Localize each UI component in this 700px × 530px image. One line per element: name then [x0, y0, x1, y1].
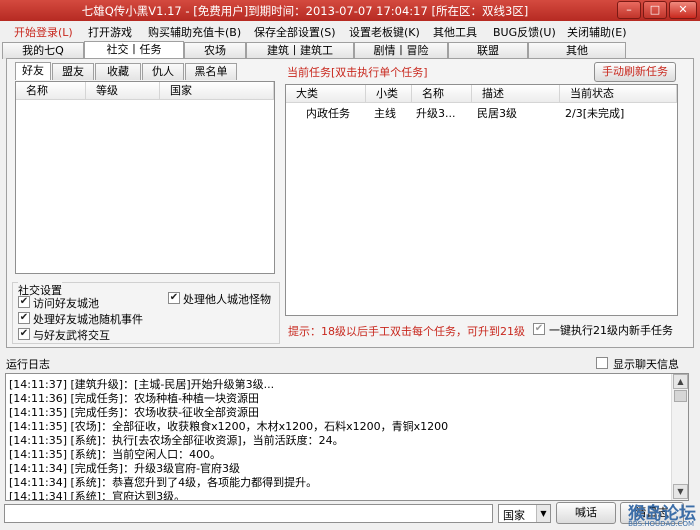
refresh-tasks-button[interactable]: 手动刷新任务 [594, 62, 676, 82]
col-header-task-name[interactable]: 名称 [412, 85, 472, 103]
subtab-enemies[interactable]: 仇人 [142, 63, 184, 80]
maximize-button[interactable]: □ [643, 1, 667, 19]
tab-other[interactable]: 其他 [528, 42, 626, 59]
task-name: 升级3... [416, 107, 456, 120]
task-subcategory: 主线 [374, 107, 396, 120]
chat-input[interactable] [4, 504, 493, 523]
close-button[interactable]: ✕ [669, 1, 697, 19]
current-tasks-title: 当前任务[双击执行单个任务] [287, 66, 428, 79]
auto-newbie-tasks-label: 一键执行21级内新手任务 [549, 324, 673, 337]
log-scrollbar[interactable]: ▲ ▼ [671, 374, 688, 500]
log-line: [14:11:34] [系统]：官府达到3级。 [9, 490, 186, 501]
channel-selected: 国家 [503, 509, 525, 522]
friend-city-event-label: 处理好友城池随机事件 [33, 313, 143, 326]
show-chat-checkbox[interactable] [596, 357, 608, 369]
friend-city-event-checkbox[interactable]: ✔ [18, 312, 30, 324]
visit-friend-city-label: 访问好友城池 [33, 297, 99, 310]
run-log[interactable]: [14:11:37] [建筑升级]：[主城-民居]开始升级第3级... [14:… [5, 373, 689, 501]
tab-social-tasks[interactable]: 社交丨任务 [84, 41, 184, 59]
menu-open-game[interactable]: 打开游戏 [88, 24, 132, 40]
chevron-down-icon: ▼ [536, 505, 550, 522]
task-table[interactable]: 大类 小类 名称 描述 当前状态 内政任务 主线 升级3... 民居3级 2/3… [285, 84, 678, 316]
subtab-favorites[interactable]: 收藏 [95, 63, 141, 80]
watermark: 猴岛论坛 BBS.HOUDAO.COM [594, 499, 698, 530]
window-title: 七雄Q传小黑V1.17 - [免费用户]到期时间：2013-07-07 17:0… [81, 4, 529, 18]
task-description: 民居3级 [477, 107, 517, 120]
task-row[interactable]: 内政任务 主线 升级3... 民居3级 2/3[未完成] [286, 104, 677, 120]
tab-farm[interactable]: 农场 [184, 42, 246, 59]
col-header-country[interactable]: 国家 [160, 82, 274, 100]
menu-bug-feedback[interactable]: BUG反馈(U) [493, 24, 556, 40]
col-header-status[interactable]: 当前状态 [560, 85, 677, 103]
scroll-up-icon[interactable]: ▲ [673, 374, 688, 389]
tab-building[interactable]: 建筑丨建筑工 [246, 42, 354, 59]
other-city-monster-checkbox[interactable]: ✔ [168, 292, 180, 304]
task-tip: 提示：18级以后手工双击每个任务，可升到21级 [288, 325, 525, 338]
friend-general-interact-label: 与好友武将交互 [33, 329, 110, 342]
subtab-allies[interactable]: 盟友 [52, 63, 94, 80]
scroll-down-icon[interactable]: ▼ [673, 484, 688, 499]
tab-story[interactable]: 剧情丨冒险 [354, 42, 448, 59]
menu-bar: 开始登录(L) 打开游戏 购买辅助充值卡(B) 保存全部设置(S) 设置老板键(… [0, 21, 700, 41]
menu-close-helper[interactable]: 关闭辅助(E) [567, 24, 627, 40]
visit-friend-city-checkbox[interactable]: ✔ [18, 296, 30, 308]
subtab-blacklist[interactable]: 黑名单 [185, 63, 237, 80]
log-title: 运行日志 [6, 358, 50, 371]
menu-start-login[interactable]: 开始登录(L) [14, 24, 73, 40]
col-header-category[interactable]: 大类 [286, 85, 366, 103]
other-city-monster-label: 处理他人城池怪物 [183, 293, 271, 306]
col-header-description[interactable]: 描述 [472, 85, 560, 103]
subtab-friends[interactable]: 好友 [15, 62, 51, 80]
menu-save-settings[interactable]: 保存全部设置(S) [254, 24, 336, 40]
col-header-level[interactable]: 等级 [86, 82, 160, 100]
main-tabs: 我的七Q 社交丨任务 农场 建筑丨建筑工 剧情丨冒险 联盟 其他 [0, 41, 700, 59]
tab-my-7q[interactable]: 我的七Q [2, 42, 84, 59]
show-chat-label: 显示聊天信息 [613, 358, 679, 371]
title-bar: 七雄Q传小黑V1.17 - [免费用户]到期时间：2013-07-07 17:0… [0, 0, 700, 21]
channel-select[interactable]: 国家 ▼ [498, 504, 551, 523]
menu-buy-card[interactable]: 购买辅助充值卡(B) [148, 24, 241, 40]
task-status: 2/3[未完成] [565, 107, 625, 120]
menu-other-tools[interactable]: 其他工具 [433, 24, 477, 40]
friend-list[interactable]: 名称 等级 国家 [15, 81, 275, 274]
task-category: 内政任务 [306, 107, 350, 120]
friend-general-interact-checkbox[interactable]: ✔ [18, 328, 30, 340]
scroll-thumb[interactable] [674, 390, 687, 402]
minimize-button[interactable]: – [617, 1, 641, 19]
col-header-subcategory[interactable]: 小类 [366, 85, 412, 103]
tab-alliance[interactable]: 联盟 [448, 42, 528, 59]
watermark-url: BBS.HOUDAO.COM [628, 520, 694, 528]
auto-newbie-tasks-checkbox[interactable]: ✔ [533, 323, 545, 335]
menu-boss-key[interactable]: 设置老板键(K) [349, 24, 420, 40]
col-header-name[interactable]: 名称 [16, 82, 86, 100]
